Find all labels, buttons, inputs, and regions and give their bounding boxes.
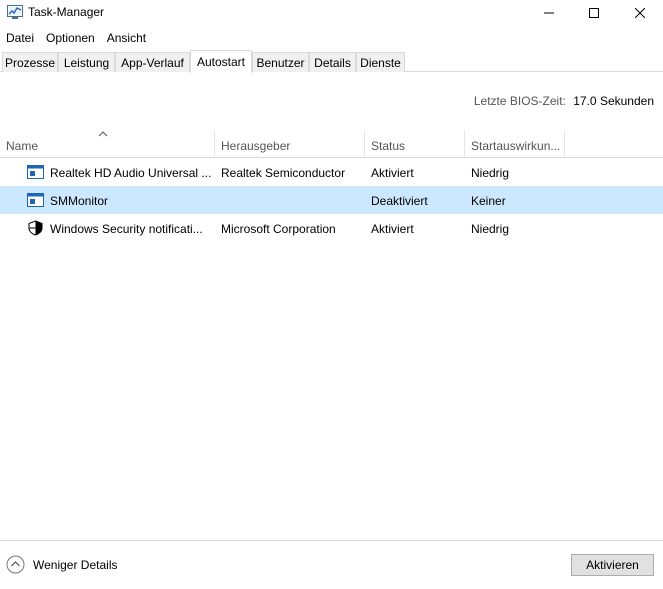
column-header-status[interactable]: Status xyxy=(365,130,465,158)
minimize-button[interactable] xyxy=(526,0,572,26)
row-status: Deaktiviert xyxy=(371,194,428,208)
app-window-icon xyxy=(27,193,44,207)
menu-optionen[interactable]: Optionen xyxy=(40,28,101,48)
menu-datei[interactable]: Datei xyxy=(0,28,40,48)
maximize-icon xyxy=(589,8,599,18)
tab-details[interactable]: Details xyxy=(309,52,356,72)
tab-prozesse[interactable]: Prozesse xyxy=(2,52,58,72)
footer: Weniger Details Aktivieren xyxy=(0,540,663,589)
row-impact: Keiner xyxy=(471,194,506,208)
tab-dienste[interactable]: Dienste xyxy=(356,52,405,72)
row-impact: Niedrig xyxy=(471,166,510,180)
close-icon xyxy=(635,8,645,18)
bios-time: Letzte BIOS-Zeit: 17.0 Sekunden xyxy=(474,94,654,108)
row-name: SMMonitor xyxy=(50,194,109,208)
row-status: Aktiviert xyxy=(371,166,414,180)
bios-time-label: Letzte BIOS-Zeit: xyxy=(473,94,566,108)
row-publisher xyxy=(221,186,363,214)
chevron-up-circle-icon xyxy=(6,555,25,574)
row-name: Realtek HD Audio Universal ... xyxy=(50,166,212,180)
row-name: Windows Security notificati... xyxy=(50,222,203,236)
menu-ansicht[interactable]: Ansicht xyxy=(101,28,152,48)
close-button[interactable] xyxy=(617,0,663,26)
table-header: Name Herausgeber Status Startauswirkun..… xyxy=(0,130,663,158)
column-header-impact[interactable]: Startauswirkun... xyxy=(465,130,565,158)
table-row[interactable]: SMMonitor Deaktiviert Keiner xyxy=(0,186,663,214)
column-header-name[interactable]: Name xyxy=(0,130,215,158)
shield-icon xyxy=(28,220,43,236)
minimize-icon xyxy=(544,12,554,14)
row-status: Aktiviert xyxy=(371,222,414,236)
app-window-icon xyxy=(27,165,44,179)
maximize-button[interactable] xyxy=(571,0,617,26)
tab-strip: Prozesse Leistung App-Verlauf Autostart … xyxy=(0,50,663,73)
tab-app-verlauf[interactable]: App-Verlauf xyxy=(115,52,190,72)
row-publisher: Realtek Semiconductor xyxy=(221,166,346,180)
tab-benutzer[interactable]: Benutzer xyxy=(252,52,309,72)
task-manager-icon xyxy=(7,5,23,19)
title-bar: Task-Manager xyxy=(0,0,663,26)
bios-time-value: 17.0 Sekunden xyxy=(573,94,654,108)
tab-leistung[interactable]: Leistung xyxy=(58,52,115,72)
table-row[interactable]: Realtek HD Audio Universal ... Realtek S… xyxy=(0,158,663,186)
fewer-details-label: Weniger Details xyxy=(33,557,118,572)
menu-bar: Datei Optionen Ansicht xyxy=(0,28,152,48)
row-impact: Niedrig xyxy=(471,222,510,236)
fewer-details-toggle[interactable]: Weniger Details xyxy=(6,555,117,574)
activate-button[interactable]: Aktivieren xyxy=(571,554,654,576)
table-row[interactable]: Windows Security notificati... Microsoft… xyxy=(0,214,663,242)
row-publisher: Microsoft Corporation xyxy=(221,222,336,236)
column-header-publisher[interactable]: Herausgeber xyxy=(215,130,365,158)
window-title: Task-Manager xyxy=(28,5,105,19)
tab-autostart[interactable]: Autostart xyxy=(190,50,252,73)
